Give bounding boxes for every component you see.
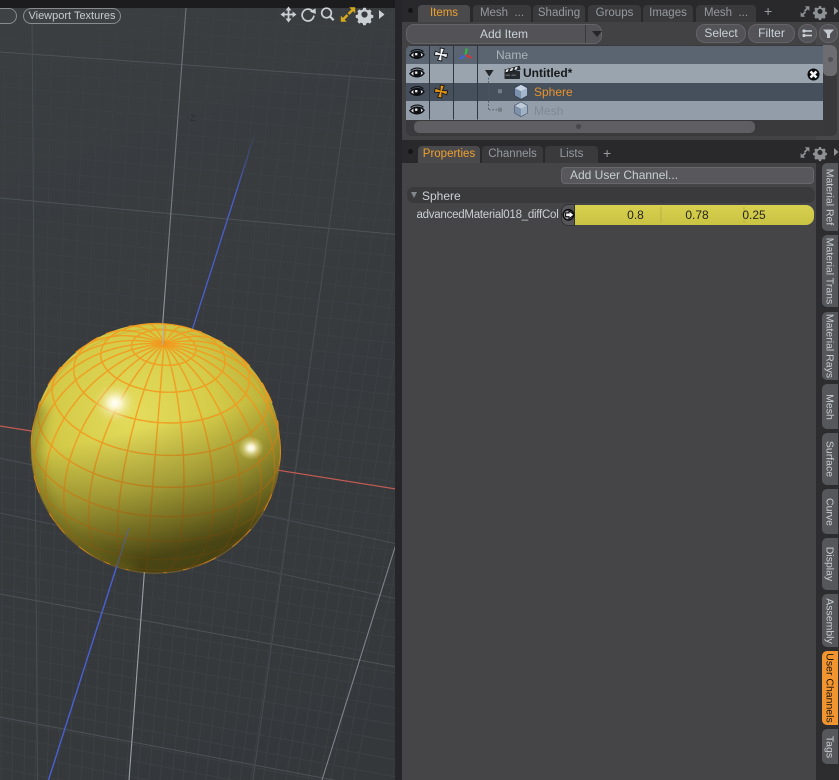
svg-text:-Z: -Z xyxy=(187,113,196,123)
